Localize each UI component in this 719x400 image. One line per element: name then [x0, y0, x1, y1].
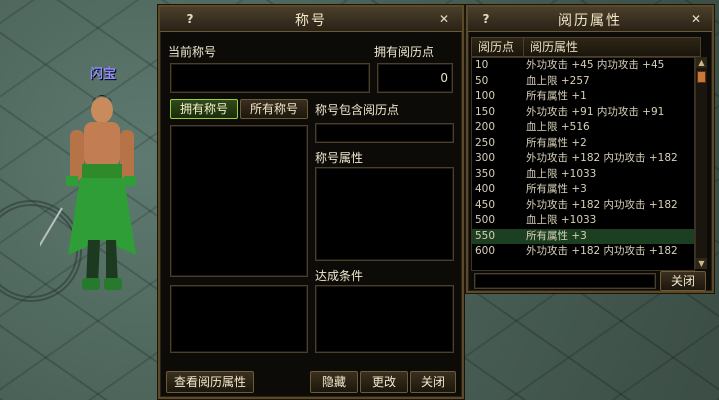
list-item-effect: 外功攻击 +91 内功攻击 +91 [526, 105, 665, 118]
title-window: ? 称号 ✕ 当前称号 拥有阅历点 0 拥有称号 所有称号 称号包含阅历点 称号… [158, 5, 464, 399]
title-detail-box [170, 285, 308, 353]
scroll-up-arrow[interactable]: ▲ [696, 57, 707, 68]
list-item-effect: 外功攻击 +45 内功攻击 +45 [526, 59, 665, 71]
current-title-label: 当前称号 [168, 45, 217, 59]
list-item[interactable]: 50 血上限 +257 [472, 74, 694, 90]
attr-list[interactable]: 10 外功攻击 +45 内功攻击 +45 50 血上限 +257 100 所有属性 +1 1… [471, 57, 695, 271]
player-character[interactable] [40, 90, 160, 305]
list-item[interactable]: 550 所有属性 +3 [472, 228, 694, 244]
list-item[interactable]: 350 血上限 +1033 [472, 167, 694, 183]
list-item-points: 550 [475, 229, 496, 242]
view-attr-button[interactable]: 查看阅历属性 [166, 371, 254, 393]
close-icon[interactable]: ✕ [436, 11, 452, 27]
scrollbar[interactable]: ▲ ▼ [695, 57, 707, 269]
rename-button[interactable]: 更改 [360, 371, 408, 393]
list-item[interactable]: 100 所有属性 +1 [472, 89, 694, 105]
owned-points-field: 0 [377, 63, 453, 93]
list-item-points: 300 [475, 152, 496, 164]
list-item[interactable]: 10 外功攻击 +45 内功攻击 +45 [472, 58, 694, 74]
list-item-points: 50 [475, 74, 489, 87]
title-attr-label: 称号属性 [315, 151, 364, 165]
window-title: 称号 [295, 13, 327, 29]
close-button[interactable]: 关闭 [410, 371, 456, 393]
list-item[interactable]: 400 所有属性 +3 [472, 182, 694, 198]
scroll-thumb[interactable] [697, 71, 706, 83]
list-item[interactable]: 250 所有属性 +2 [472, 136, 694, 152]
list-item-points: 350 [475, 167, 496, 180]
list-item-effect: 血上限 +516 [526, 121, 590, 133]
player-name: 闪宝 [90, 67, 117, 82]
list-item-points: 200 [475, 121, 496, 133]
list-item[interactable]: 500 血上限 +1033 [472, 213, 694, 229]
tab-all-titles[interactable]: 所有称号 [240, 99, 308, 119]
list-item-points: 100 [475, 90, 496, 102]
list-item[interactable]: 600 外功攻击 +182 内功攻击 +182 [472, 244, 694, 260]
list-item-points: 400 [475, 183, 496, 195]
owned-points-value: 0 [440, 71, 448, 85]
list-item-effect: 所有属性 +3 [526, 229, 587, 242]
list-item[interactable]: 200 血上限 +516 [472, 120, 694, 136]
list-item-effect: 所有属性 +3 [526, 183, 587, 195]
list-item-effect: 血上限 +257 [526, 74, 590, 87]
scroll-down-arrow[interactable]: ▼ [696, 258, 707, 269]
list-item[interactable]: 300 外功攻击 +182 内功攻击 +182 [472, 151, 694, 167]
attr-close-button[interactable]: 关闭 [660, 271, 706, 291]
list-item-effect: 血上限 +1033 [526, 214, 597, 226]
list-item-effect: 外功攻击 +182 内功攻击 +182 [526, 198, 678, 211]
title-points-field [315, 123, 454, 143]
list-item-points: 600 [475, 245, 496, 257]
attr-window-titlebar[interactable]: ? 阅历属性 ✕ [468, 7, 712, 32]
tab-owned-titles[interactable]: 拥有称号 [170, 99, 238, 119]
list-item-points: 250 [475, 136, 496, 149]
title-points-label: 称号包含阅历点 [315, 103, 400, 117]
list-item-effect: 所有属性 +1 [526, 90, 587, 102]
close-icon[interactable]: ✕ [688, 11, 704, 27]
list-item-points: 450 [475, 198, 496, 211]
column-header-points[interactable]: 阅历点 [471, 37, 525, 57]
list-item[interactable]: 450 外功攻击 +182 内功攻击 +182 [472, 198, 694, 214]
title-attr-field [315, 167, 454, 261]
list-item-effect: 所有属性 +2 [526, 136, 587, 149]
attr-info-field [474, 273, 656, 289]
title-list[interactable] [170, 125, 308, 277]
column-header-attr[interactable]: 阅历属性 [523, 37, 701, 57]
list-item-effect: 外功攻击 +182 内功攻击 +182 [526, 152, 678, 164]
hide-button[interactable]: 隐藏 [310, 371, 358, 393]
achieve-condition-field [315, 285, 454, 353]
list-item-points: 150 [475, 105, 496, 118]
experience-attr-window: ? 阅历属性 ✕ 阅历点 阅历属性 10 外功攻击 +45 内功攻击 +45 50 血… [466, 5, 714, 293]
owned-points-label: 拥有阅历点 [374, 45, 435, 59]
list-item-points: 500 [475, 214, 496, 226]
current-title-field [170, 63, 370, 93]
window-title: 阅历属性 [558, 13, 622, 29]
list-item[interactable]: 150 外功攻击 +91 内功攻击 +91 [472, 105, 694, 121]
list-item-points: 10 [475, 59, 489, 71]
title-window-titlebar[interactable]: ? 称号 ✕ [160, 7, 462, 32]
list-item-effect: 血上限 +1033 [526, 167, 597, 180]
achieve-condition-label: 达成条件 [315, 269, 364, 283]
list-item-effect: 外功攻击 +182 内功攻击 +182 [526, 245, 678, 257]
